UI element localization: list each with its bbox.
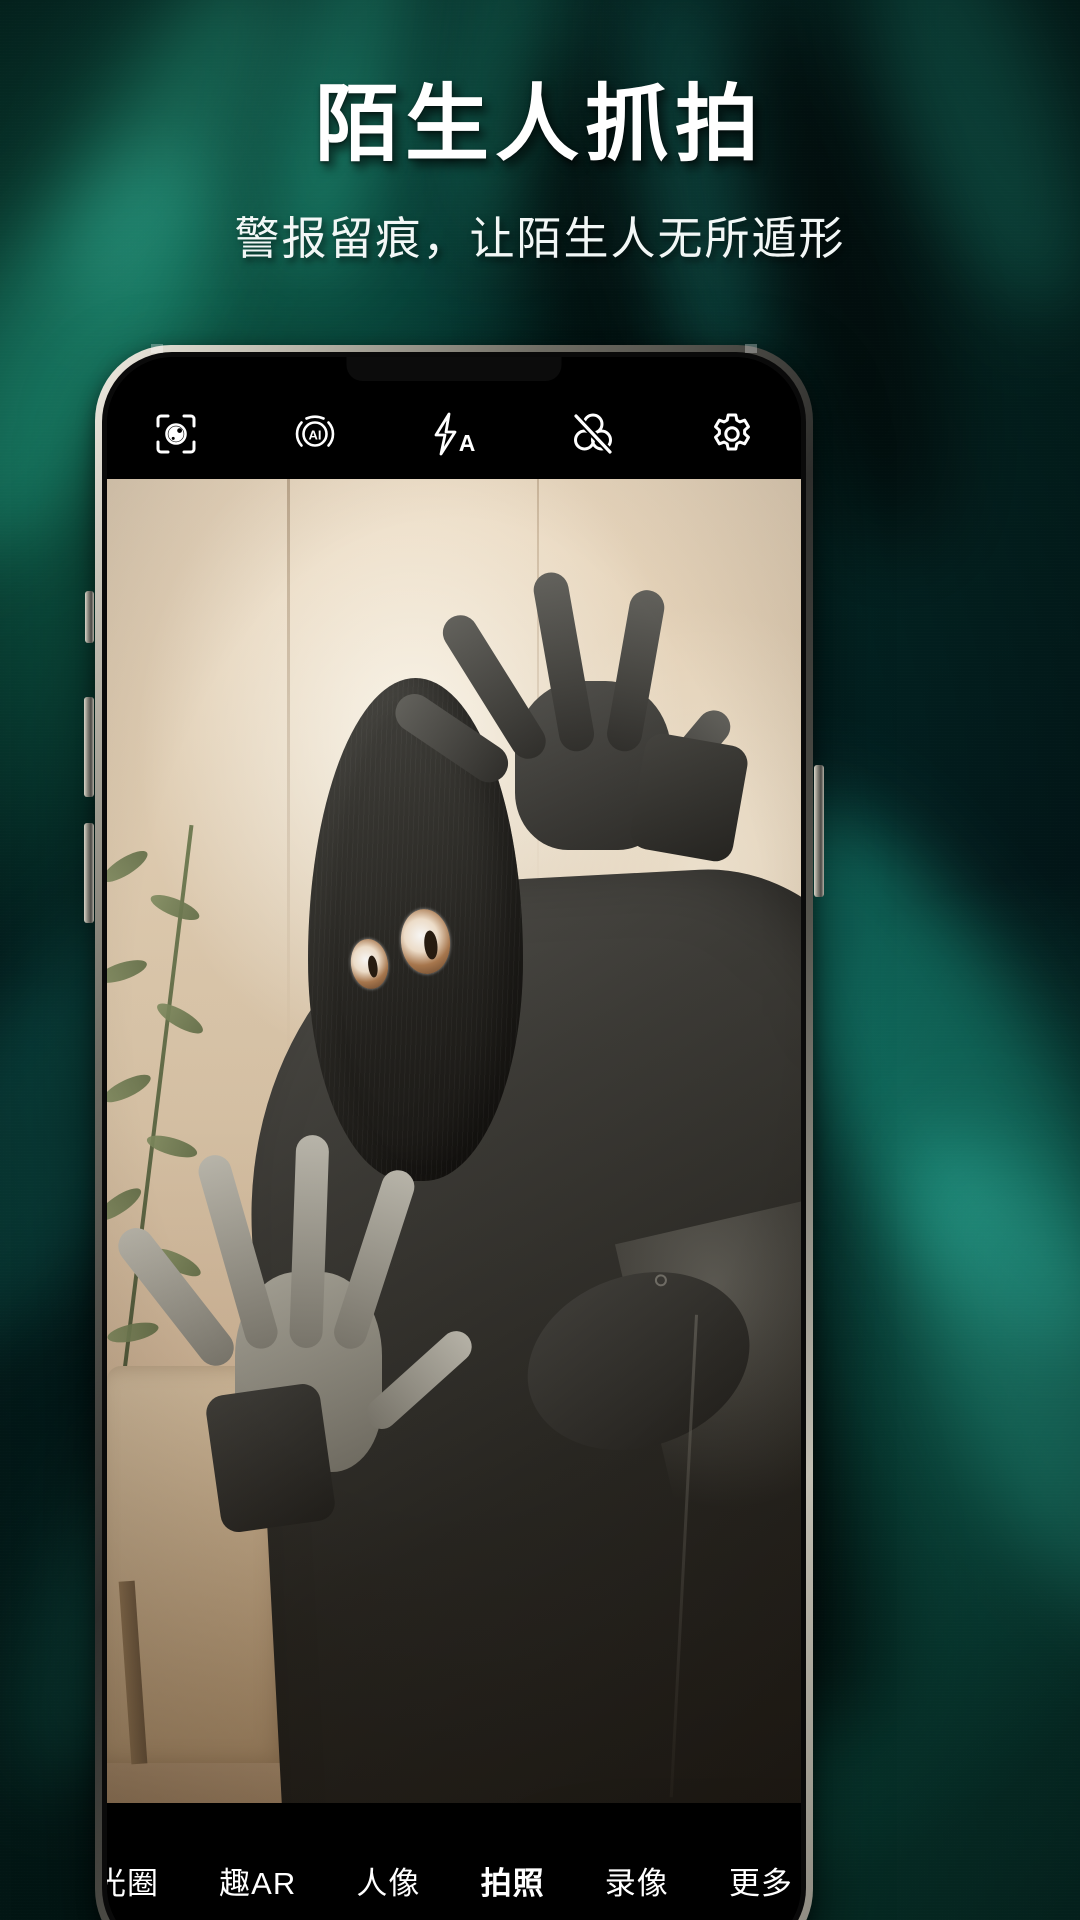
phone-power-button[interactable] bbox=[814, 765, 824, 897]
phone-bezel: AI A 光圈 趣AR 人像 拍照 录像 更多 bbox=[102, 352, 806, 1920]
mode-tab-portrait[interactable]: 人像 bbox=[354, 1854, 422, 1907]
chair-leg bbox=[118, 1580, 148, 1764]
page-title: 陌生人抓拍 bbox=[314, 77, 765, 171]
camera-mode-bar: 光圈 趣AR 人像 拍照 录像 更多 bbox=[107, 1803, 801, 1920]
scan-lens-icon[interactable] bbox=[143, 405, 209, 463]
glove-cuff bbox=[204, 1381, 338, 1535]
settings-gear-icon[interactable] bbox=[699, 405, 765, 463]
phone-silent-switch[interactable] bbox=[85, 591, 94, 643]
mode-tab-aperture[interactable]: 光圈 bbox=[107, 1854, 161, 1907]
mode-tab-video[interactable]: 录像 bbox=[603, 1854, 671, 1907]
hero-text-block: 陌生人抓拍 警报留痕，让陌生人无所遁形 bbox=[0, 0, 1080, 267]
mode-list: 光圈 趣AR 人像 拍照 录像 更多 bbox=[107, 1854, 801, 1907]
mode-tab-more[interactable]: 更多 bbox=[727, 1854, 795, 1907]
mode-tab-photo[interactable]: 拍照 bbox=[479, 1854, 547, 1907]
pupil bbox=[422, 930, 439, 961]
mode-tab-photo-label: 拍照 bbox=[480, 1865, 545, 1901]
gloved-hand-lower bbox=[110, 1128, 479, 1535]
gloved-hand-upper bbox=[388, 558, 751, 864]
flash-auto-icon[interactable]: A bbox=[421, 405, 487, 463]
phone-screen: AI A 光圈 趣AR 人像 拍照 录像 更多 bbox=[107, 357, 801, 1920]
camera-viewfinder[interactable] bbox=[107, 479, 801, 1803]
wall-seam bbox=[287, 479, 291, 1062]
mode-tab-ar[interactable]: 趣AR bbox=[217, 1854, 298, 1907]
phone-notch bbox=[346, 357, 562, 381]
svg-text:AI: AI bbox=[309, 428, 322, 443]
pupil bbox=[366, 955, 380, 979]
phone-antenna-line bbox=[745, 344, 757, 353]
phone-volume-up-button[interactable] bbox=[84, 697, 94, 797]
phone-antenna-line bbox=[151, 344, 163, 353]
phone-mockup: AI A 光圈 趣AR 人像 拍照 录像 更多 bbox=[84, 344, 824, 1920]
ai-icon[interactable]: AI bbox=[282, 405, 348, 463]
captured-intruder-photo bbox=[107, 479, 801, 1803]
phone-volume-down-button[interactable] bbox=[84, 823, 94, 923]
page-subtitle: 警报留痕，让陌生人无所遁形 bbox=[234, 213, 846, 265]
glove-cuff bbox=[628, 730, 751, 864]
beauty-off-icon[interactable] bbox=[560, 405, 626, 463]
svg-text:A: A bbox=[459, 430, 476, 456]
